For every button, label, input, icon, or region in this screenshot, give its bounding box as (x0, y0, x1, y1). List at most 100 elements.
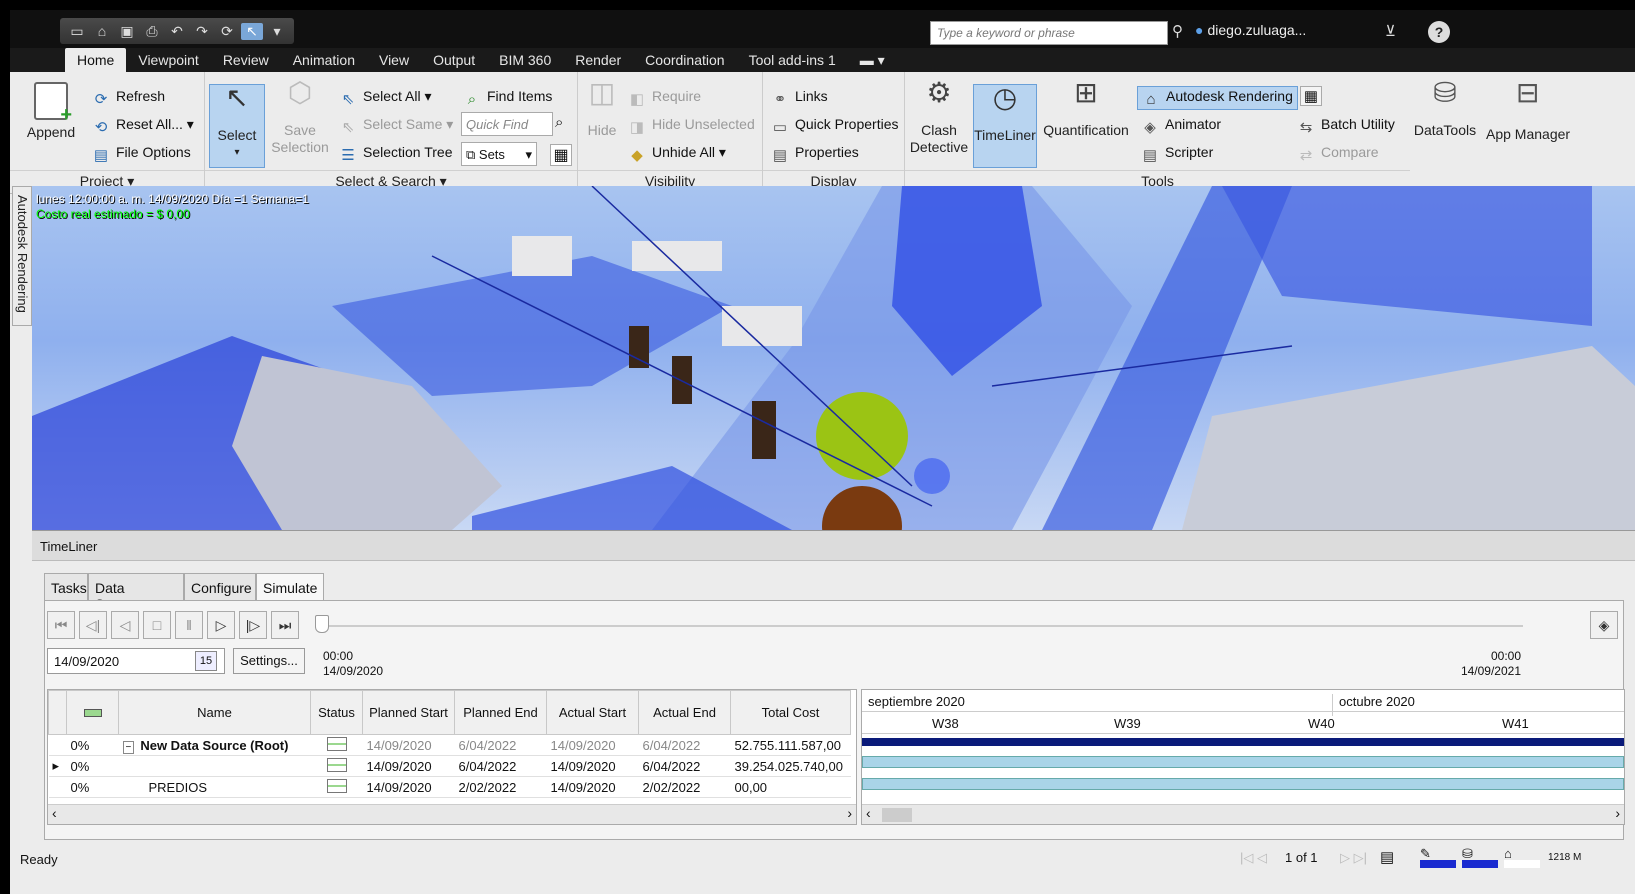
col-total-cost[interactable]: Total Cost (730, 690, 851, 735)
autodesk-rendering-button[interactable]: ⌂ Autodesk Rendering (1137, 86, 1298, 110)
compare-button[interactable]: ⇄ Compare (1297, 144, 1379, 164)
table-row[interactable]: ▸ 0% 14/09/2020 6/04/2022 14/09/2020 6/0… (48, 755, 851, 777)
tab-configure[interactable]: Configure (184, 573, 256, 601)
collapse-icon[interactable]: − (122, 740, 135, 754)
app-manager-button[interactable]: ⊟ App Manager (1486, 79, 1606, 143)
stop-icon[interactable]: □ (143, 611, 171, 639)
search-input[interactable]: Type a keyword or phrase (930, 21, 1168, 45)
save-selection-button[interactable]: ⬡ Save Selection (271, 79, 329, 156)
tab-data-sources[interactable]: Data Sources (88, 573, 184, 612)
tab-view[interactable]: View (367, 48, 421, 72)
select-pointer-icon[interactable]: ↖ (241, 22, 263, 40)
open-icon[interactable]: ⌂ (91, 23, 113, 39)
quick-find-icon[interactable]: ⌕ (555, 114, 563, 131)
datatools-button[interactable]: ⛁ DataTools (1410, 79, 1480, 139)
active-col-header[interactable] (66, 690, 119, 735)
tab-tasks[interactable]: Tasks (44, 573, 88, 601)
ribbon-options-icon[interactable]: ▬ ▾ (848, 48, 897, 72)
page-nav-prev-icon[interactable]: |◁ ◁ (1240, 850, 1267, 866)
binoculars-icon[interactable]: ⚲ (1172, 22, 1183, 40)
scroll-right-icon[interactable]: › (847, 805, 852, 821)
quick-properties-button[interactable]: ▭ Quick Properties (771, 116, 899, 136)
append-button[interactable]: + Append (22, 82, 80, 141)
export-icon[interactable]: ◈ (1590, 611, 1618, 639)
tab-review[interactable]: Review (211, 48, 281, 72)
gantt-scroll-thumb[interactable] (882, 808, 912, 822)
tab-tool-addins[interactable]: Tool add-ins 1 (737, 48, 848, 72)
appearance-profiler-icon[interactable]: ▦ (1300, 86, 1322, 106)
tab-simulate[interactable]: Simulate (256, 573, 324, 601)
col-planned-end[interactable]: Planned End (454, 690, 547, 735)
refresh-icon[interactable]: ⟳ (216, 23, 238, 40)
tab-viewpoint[interactable]: Viewpoint (126, 48, 210, 72)
table-row[interactable]: 0% − New Data Source (Root) 14/09/2020 6/… (48, 734, 851, 756)
redo-icon[interactable]: ↷ (191, 23, 213, 40)
scripter-button[interactable]: ▤ Scripter (1141, 144, 1213, 164)
col-actual-start[interactable]: Actual Start (546, 690, 639, 735)
tab-bim360[interactable]: BIM 360 (487, 48, 563, 72)
require-button[interactable]: ◧ Require (628, 88, 701, 108)
table-row[interactable]: 0% PREDIOS 14/09/2020 2/02/2022 14/09/20… (48, 776, 851, 798)
hide-unselected-button[interactable]: ◨ Hide Unselected (628, 116, 755, 136)
quantification-button[interactable]: ⊞ Quantification (1041, 79, 1131, 139)
undo-icon[interactable]: ↶ (166, 23, 188, 40)
calendar-icon[interactable]: 15 (195, 651, 217, 671)
col-name[interactable]: Name (118, 690, 311, 735)
pause-icon[interactable]: ‖ (175, 611, 203, 639)
autodesk-rendering-side-tab[interactable]: Autodesk Rendering (12, 186, 32, 326)
tab-render[interactable]: Render (563, 48, 633, 72)
save-icon[interactable]: ▣ (116, 23, 138, 40)
3d-viewport[interactable]: lunes 12:00:00 a. m. 14/09/2020 Día =1 S… (32, 186, 1635, 530)
sheet-browser-icon[interactable]: ▤ (1380, 848, 1394, 866)
gantt-bar-predios[interactable] (862, 778, 1624, 790)
clash-detective-button[interactable]: ⚙ Clash Detective (909, 79, 969, 156)
select-all-button[interactable]: ⇖ Select All ▾ (339, 88, 432, 108)
manage-sets-icon[interactable]: ▦ (550, 144, 572, 166)
refresh-button[interactable]: ⟳ Refresh (92, 88, 165, 108)
gantt-bar-row2[interactable] (862, 756, 1624, 768)
tab-coordination[interactable]: Coordination (633, 48, 736, 72)
help-icon[interactable]: ? (1428, 21, 1450, 43)
gantt-scroll-right-icon[interactable]: › (1615, 805, 1620, 821)
select-button[interactable]: ↖ Select ▾ (209, 84, 265, 168)
simulation-slider-thumb[interactable] (315, 615, 329, 633)
properties-button[interactable]: ▤ Properties (771, 144, 859, 164)
print-icon[interactable]: ⎙ (141, 23, 163, 40)
reset-all-button[interactable]: ⟲ Reset All... ▾ (92, 116, 194, 136)
gantt-scroll-left-icon[interactable]: ‹ (866, 805, 871, 821)
gantt-bar-root[interactable] (862, 738, 1624, 746)
scroll-left-icon[interactable]: ‹ (52, 805, 57, 821)
file-options-button[interactable]: ▤ File Options (92, 144, 191, 164)
tab-output[interactable]: Output (421, 48, 487, 72)
animator-button[interactable]: ◈ Animator (1141, 116, 1221, 136)
selection-tree-button[interactable]: ☰ Selection Tree (339, 144, 452, 164)
links-button[interactable]: ⚭ Links (771, 88, 828, 108)
col-actual-end[interactable]: Actual End (638, 690, 731, 735)
settings-button[interactable]: Settings... (233, 648, 305, 674)
grid-scrollbar[interactable]: ‹ › (48, 804, 856, 824)
select-same-button[interactable]: ⇖ Select Same ▾ (339, 116, 454, 136)
col-status[interactable]: Status (310, 690, 363, 735)
tab-animation[interactable]: Animation (281, 48, 367, 72)
step-back-icon[interactable]: ◁| (79, 611, 107, 639)
play-reverse-icon[interactable]: ◁ (111, 611, 139, 639)
forward-end-icon[interactable]: ⏭ (271, 611, 299, 639)
timeliner-button[interactable]: ◷ TimeLiner (973, 84, 1037, 168)
batch-utility-button[interactable]: ⇆ Batch Utility (1297, 116, 1395, 136)
play-icon[interactable]: ▷ (207, 611, 235, 639)
new-icon[interactable]: ▭ (66, 23, 88, 40)
step-forward-icon[interactable]: |▷ (239, 611, 267, 639)
sets-dropdown[interactable]: ⧉ Sets ▾ (461, 142, 537, 166)
page-nav-next-icon[interactable]: ▷ ▷| (1340, 850, 1367, 866)
hide-button[interactable]: ◫ Hide (582, 79, 622, 139)
simulation-slider-track[interactable] (323, 625, 1523, 627)
col-planned-start[interactable]: Planned Start (362, 690, 455, 735)
cart-icon[interactable]: ⊻ (1385, 22, 1396, 40)
find-items-button[interactable]: ⌕ Find Items (463, 88, 553, 108)
rewind-icon[interactable]: ⏮ (47, 611, 75, 639)
unhide-all-button[interactable]: ◆ Unhide All ▾ (628, 144, 726, 164)
quick-find-input[interactable]: Quick Find (461, 112, 553, 136)
tab-home[interactable]: Home (65, 48, 127, 72)
dropdown-icon[interactable]: ▾ (266, 23, 288, 40)
user-account[interactable]: ● diego.zuluaga... (1195, 22, 1306, 38)
